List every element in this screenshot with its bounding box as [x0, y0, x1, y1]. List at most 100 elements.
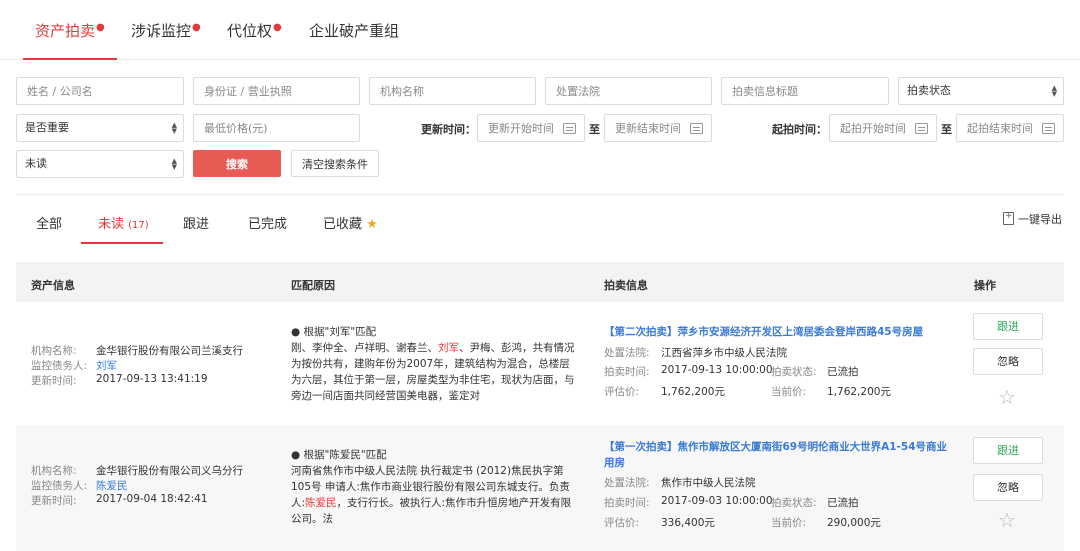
auction-status-label: 拍卖状态:: [771, 366, 817, 378]
match-reason-text: 刚、李仲全、卢祥明、谢春兰、刘军、尹梅、彭鸿，共有情况为按份共有，建购年份为20…: [291, 342, 575, 402]
new-dot-indicator: ●: [96, 22, 105, 33]
org-value: 金华银行股份有限公司义乌分行: [96, 465, 243, 477]
subtab-favorited[interactable]: 已收藏 ★: [323, 213, 378, 232]
ignore-button[interactable]: 忽略: [973, 348, 1043, 375]
select-arrows-icon: ▲ ▼: [171, 157, 177, 171]
court-value: 焦作市中级人民法院: [661, 477, 756, 489]
divider: [16, 194, 1064, 195]
to-label: 至: [589, 123, 600, 136]
name-company-input[interactable]: [16, 77, 184, 105]
current-price-value: 1,762,200元: [827, 386, 891, 398]
new-dot-indicator: ●: [192, 22, 201, 33]
tab-subrogation[interactable]: 代位权●: [227, 20, 282, 60]
updated-label: 更新时间:: [31, 495, 77, 507]
court-field[interactable]: [546, 78, 711, 104]
current-price-label: 当前价:: [771, 386, 807, 398]
unread-count: (17): [128, 220, 149, 231]
export-button[interactable]: 一键导出: [1003, 211, 1062, 227]
eval-price-label: 评估价:: [604, 517, 640, 529]
update-start-date[interactable]: [477, 114, 585, 142]
auction-title-link[interactable]: 【第一次拍卖】焦作市解放区大厦南街69号明伦商业大世界A1-54号商业用房: [604, 439, 949, 471]
favorite-star-icon[interactable]: ☆: [998, 385, 1016, 409]
follow-button[interactable]: 跟进: [973, 313, 1043, 340]
court-value: 江西省萍乡市中级人民法院: [661, 347, 787, 359]
start-begin-date[interactable]: [829, 114, 937, 142]
update-end-date[interactable]: [604, 114, 712, 142]
search-button[interactable]: 搜索: [193, 150, 281, 177]
table-row: 机构名称: 金华银行股份有限公司兰溪支行 监控债务人: 刘军 更新时间: 201…: [16, 302, 1064, 422]
min-price-field[interactable]: [194, 115, 359, 141]
new-dot-indicator: ●: [273, 22, 282, 33]
org-label: 机构名称:: [31, 465, 77, 477]
id-license-input[interactable]: [193, 77, 360, 105]
header-actions: 操作: [974, 279, 996, 292]
id-license-field[interactable]: [194, 78, 359, 104]
match-reason-title: ● 根据"陈爱民"匹配: [291, 449, 387, 461]
top-tab-bar: 资产拍卖● 涉诉监控● 代位权● 企业破产重组: [0, 0, 1080, 60]
org-name-input[interactable]: [369, 77, 536, 105]
debtor-link[interactable]: 陈爱民: [96, 478, 128, 493]
start-time-label: 起拍时间：: [772, 123, 827, 136]
tab-litigation-monitoring[interactable]: 涉诉监控●: [131, 20, 201, 60]
eval-price-value: 336,400元: [661, 517, 715, 529]
eval-price-label: 评估价:: [604, 386, 640, 398]
debtor-link[interactable]: 刘军: [96, 358, 117, 373]
follow-button[interactable]: 跟进: [973, 437, 1043, 464]
match-highlight: 陈爱民: [305, 497, 337, 509]
header-auction-info: 拍卖信息: [604, 279, 648, 292]
auction-status-select[interactable]: 拍卖状态 ▲ ▼: [898, 77, 1064, 105]
table-row: 机构名称: 金华银行股份有限公司义乌分行 监控债务人: 陈爱民 更新时间: 20…: [16, 425, 1064, 551]
current-price-label: 当前价:: [771, 517, 807, 529]
subtab-done[interactable]: 已完成: [248, 213, 287, 232]
court-input[interactable]: [545, 77, 712, 105]
header-asset-info: 资产信息: [31, 279, 75, 292]
org-value: 金华银行股份有限公司兰溪支行: [96, 345, 243, 357]
auction-status-value: 已流拍: [827, 366, 859, 378]
select-arrows-icon: ▲ ▼: [1051, 84, 1057, 98]
calendar-icon[interactable]: [915, 123, 928, 134]
auction-title-link[interactable]: 【第二次拍卖】萍乡市安源经济开发区上湾居委会登岸西路45号房屋: [604, 324, 949, 340]
match-highlight: 刘军: [438, 342, 459, 354]
select-arrows-icon: ▲ ▼: [171, 121, 177, 135]
export-icon: [1003, 211, 1014, 225]
auction-time-value: 2017-09-03 10:00:00: [661, 495, 773, 507]
org-name-field[interactable]: [370, 78, 535, 104]
auction-time-value: 2017-09-13 10:00:00: [661, 364, 773, 376]
calendar-icon[interactable]: [563, 123, 576, 134]
auction-time-label: 拍卖时间:: [604, 497, 650, 509]
subtab-follow[interactable]: 跟进: [183, 213, 209, 232]
auction-title-field[interactable]: [722, 78, 888, 104]
header-match-reason: 匹配原因: [291, 279, 335, 292]
clear-filters-button[interactable]: 清空搜索条件: [291, 150, 379, 177]
table-header: 资产信息 匹配原因 拍卖信息 操作: [16, 262, 1064, 302]
calendar-icon[interactable]: [1042, 123, 1055, 134]
read-status-select[interactable]: 未读 ▲ ▼: [16, 150, 184, 178]
ignore-button[interactable]: 忽略: [973, 474, 1043, 501]
eval-price-value: 1,762,200元: [661, 386, 725, 398]
auction-title-input[interactable]: [721, 77, 889, 105]
update-time-label: 更新时间：: [421, 123, 476, 136]
debtor-label: 监控债务人:: [31, 360, 88, 372]
min-price-input[interactable]: [193, 114, 360, 142]
subtab-unread[interactable]: 未读 (17): [98, 213, 149, 232]
org-label: 机构名称:: [31, 345, 77, 357]
auction-status-label: 拍卖状态:: [771, 497, 817, 509]
debtor-label: 监控债务人:: [31, 480, 88, 492]
to-label: 至: [941, 123, 952, 136]
updated-label: 更新时间:: [31, 375, 77, 387]
tab-bankruptcy-reorg[interactable]: 企业破产重组: [309, 20, 399, 60]
auction-time-label: 拍卖时间:: [604, 366, 650, 378]
star-icon: ★: [366, 217, 378, 232]
updated-value: 2017-09-04 18:42:41: [96, 493, 208, 505]
importance-select[interactable]: 是否重要 ▲ ▼: [16, 114, 184, 142]
active-tab-underline: [81, 242, 163, 244]
match-reason-text: 河南省焦作市中级人民法院 执行裁定书 (2012)焦民执字第105号 申请人:焦…: [291, 465, 572, 525]
calendar-icon[interactable]: [690, 123, 703, 134]
subtab-all[interactable]: 全部: [36, 213, 62, 232]
tab-asset-auction[interactable]: 资产拍卖●: [23, 20, 117, 60]
start-end-date[interactable]: [956, 114, 1064, 142]
updated-value: 2017-09-13 13:41:19: [96, 373, 208, 385]
name-company-field[interactable]: [17, 78, 183, 104]
match-reason-title: ● 根据"刘军"匹配: [291, 326, 377, 338]
favorite-star-icon[interactable]: ☆: [998, 508, 1016, 532]
